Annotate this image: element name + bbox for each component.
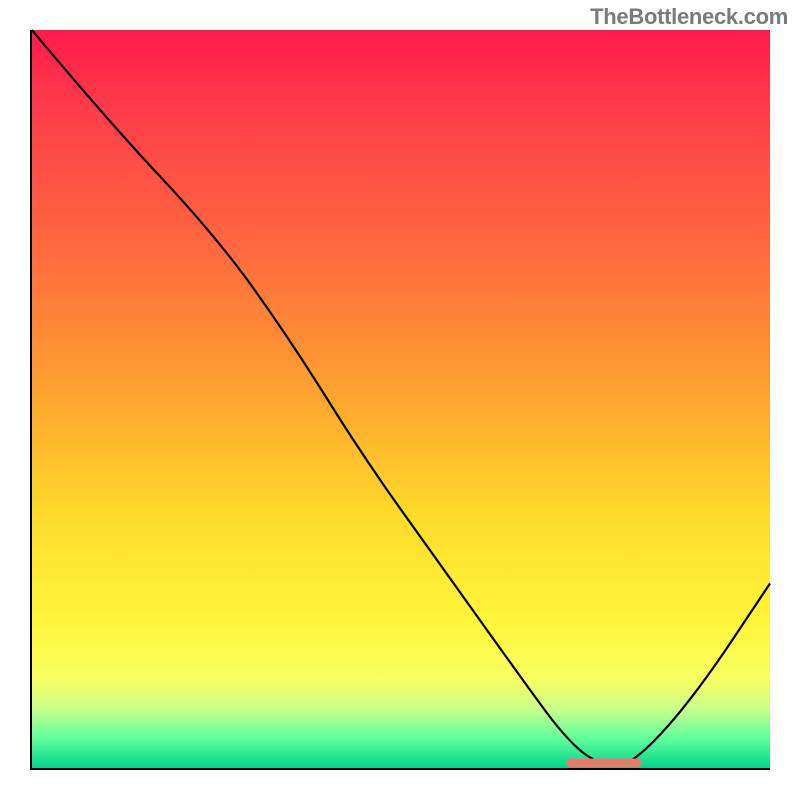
watermark-text: TheBottleneck.com [590, 4, 788, 30]
optimal-zone-marker [32, 30, 770, 768]
chart-plot-area [30, 30, 770, 770]
